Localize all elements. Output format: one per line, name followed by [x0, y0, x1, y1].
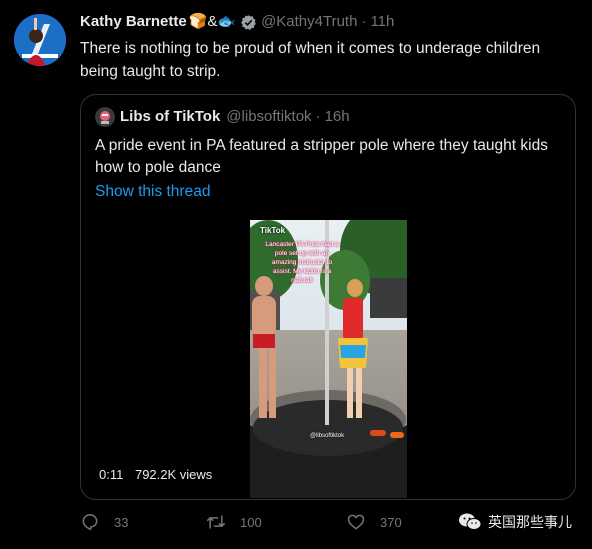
video-meta: 0:11 792.2K views [99, 467, 212, 482]
tweet-header: Kathy Barnette 🍞&🐟 @Kathy4Truth · 11h [80, 12, 394, 32]
quote-author-name: Libs of TikTok [120, 108, 221, 125]
like-button[interactable]: 370 [346, 512, 402, 532]
retweet-count: 100 [240, 514, 262, 530]
separator-dot: · [361, 13, 367, 30]
author-handle[interactable]: @Kathy4Truth [261, 12, 357, 32]
quote-avatar [95, 107, 115, 127]
quote-separator-dot: · [315, 108, 321, 125]
wechat-watermark: 英国那些事儿 [458, 512, 572, 532]
quoted-tweet[interactable]: Libs of TikTok @libsoftiktok · 16h A pri… [80, 94, 576, 500]
retweet-icon [206, 515, 226, 529]
quote-text: A pride event in PA featured a stripper … [95, 137, 548, 176]
quote-header: Libs of TikTok @libsoftiktok · 16h [95, 107, 350, 127]
author-emoji: 🍞&🐟 [188, 13, 237, 30]
quote-author-handle: @libsoftiktok [226, 108, 312, 125]
retweet-button[interactable]: 100 [206, 512, 262, 532]
reply-count: 33 [114, 514, 129, 530]
video-duration: 0:11 [99, 467, 124, 482]
video-overlay-text: Lancaster PA Pride had a pole set up wit… [265, 241, 339, 284]
show-thread-link[interactable]: Show this thread [95, 183, 210, 201]
avatar[interactable] [14, 14, 66, 66]
video-watermark: @libsoftiktok [310, 433, 345, 439]
wechat-icon [459, 513, 482, 530]
tweet-time[interactable]: 11h [370, 12, 394, 32]
like-count: 370 [380, 514, 402, 530]
video-views: 792.2K views [134, 467, 213, 482]
watermark-text: 英国那些事儿 [488, 514, 572, 530]
tweet[interactable]: Kathy Barnette 🍞&🐟 @Kathy4Truth · 11h Th… [0, 0, 592, 549]
reply-icon [82, 514, 98, 531]
verified-icon [241, 14, 256, 30]
tiktok-label: TikTok [260, 226, 286, 235]
quote-time: 16h [324, 108, 350, 125]
tweet-text: There is nothing to be proud of when it … [80, 40, 541, 80]
reply-button[interactable]: 33 [80, 512, 128, 532]
video-player[interactable]: TikTok Lancaster PA Pride had a pole set… [250, 220, 407, 498]
author-name[interactable]: Kathy Barnette [80, 12, 187, 32]
heart-icon [347, 514, 365, 530]
